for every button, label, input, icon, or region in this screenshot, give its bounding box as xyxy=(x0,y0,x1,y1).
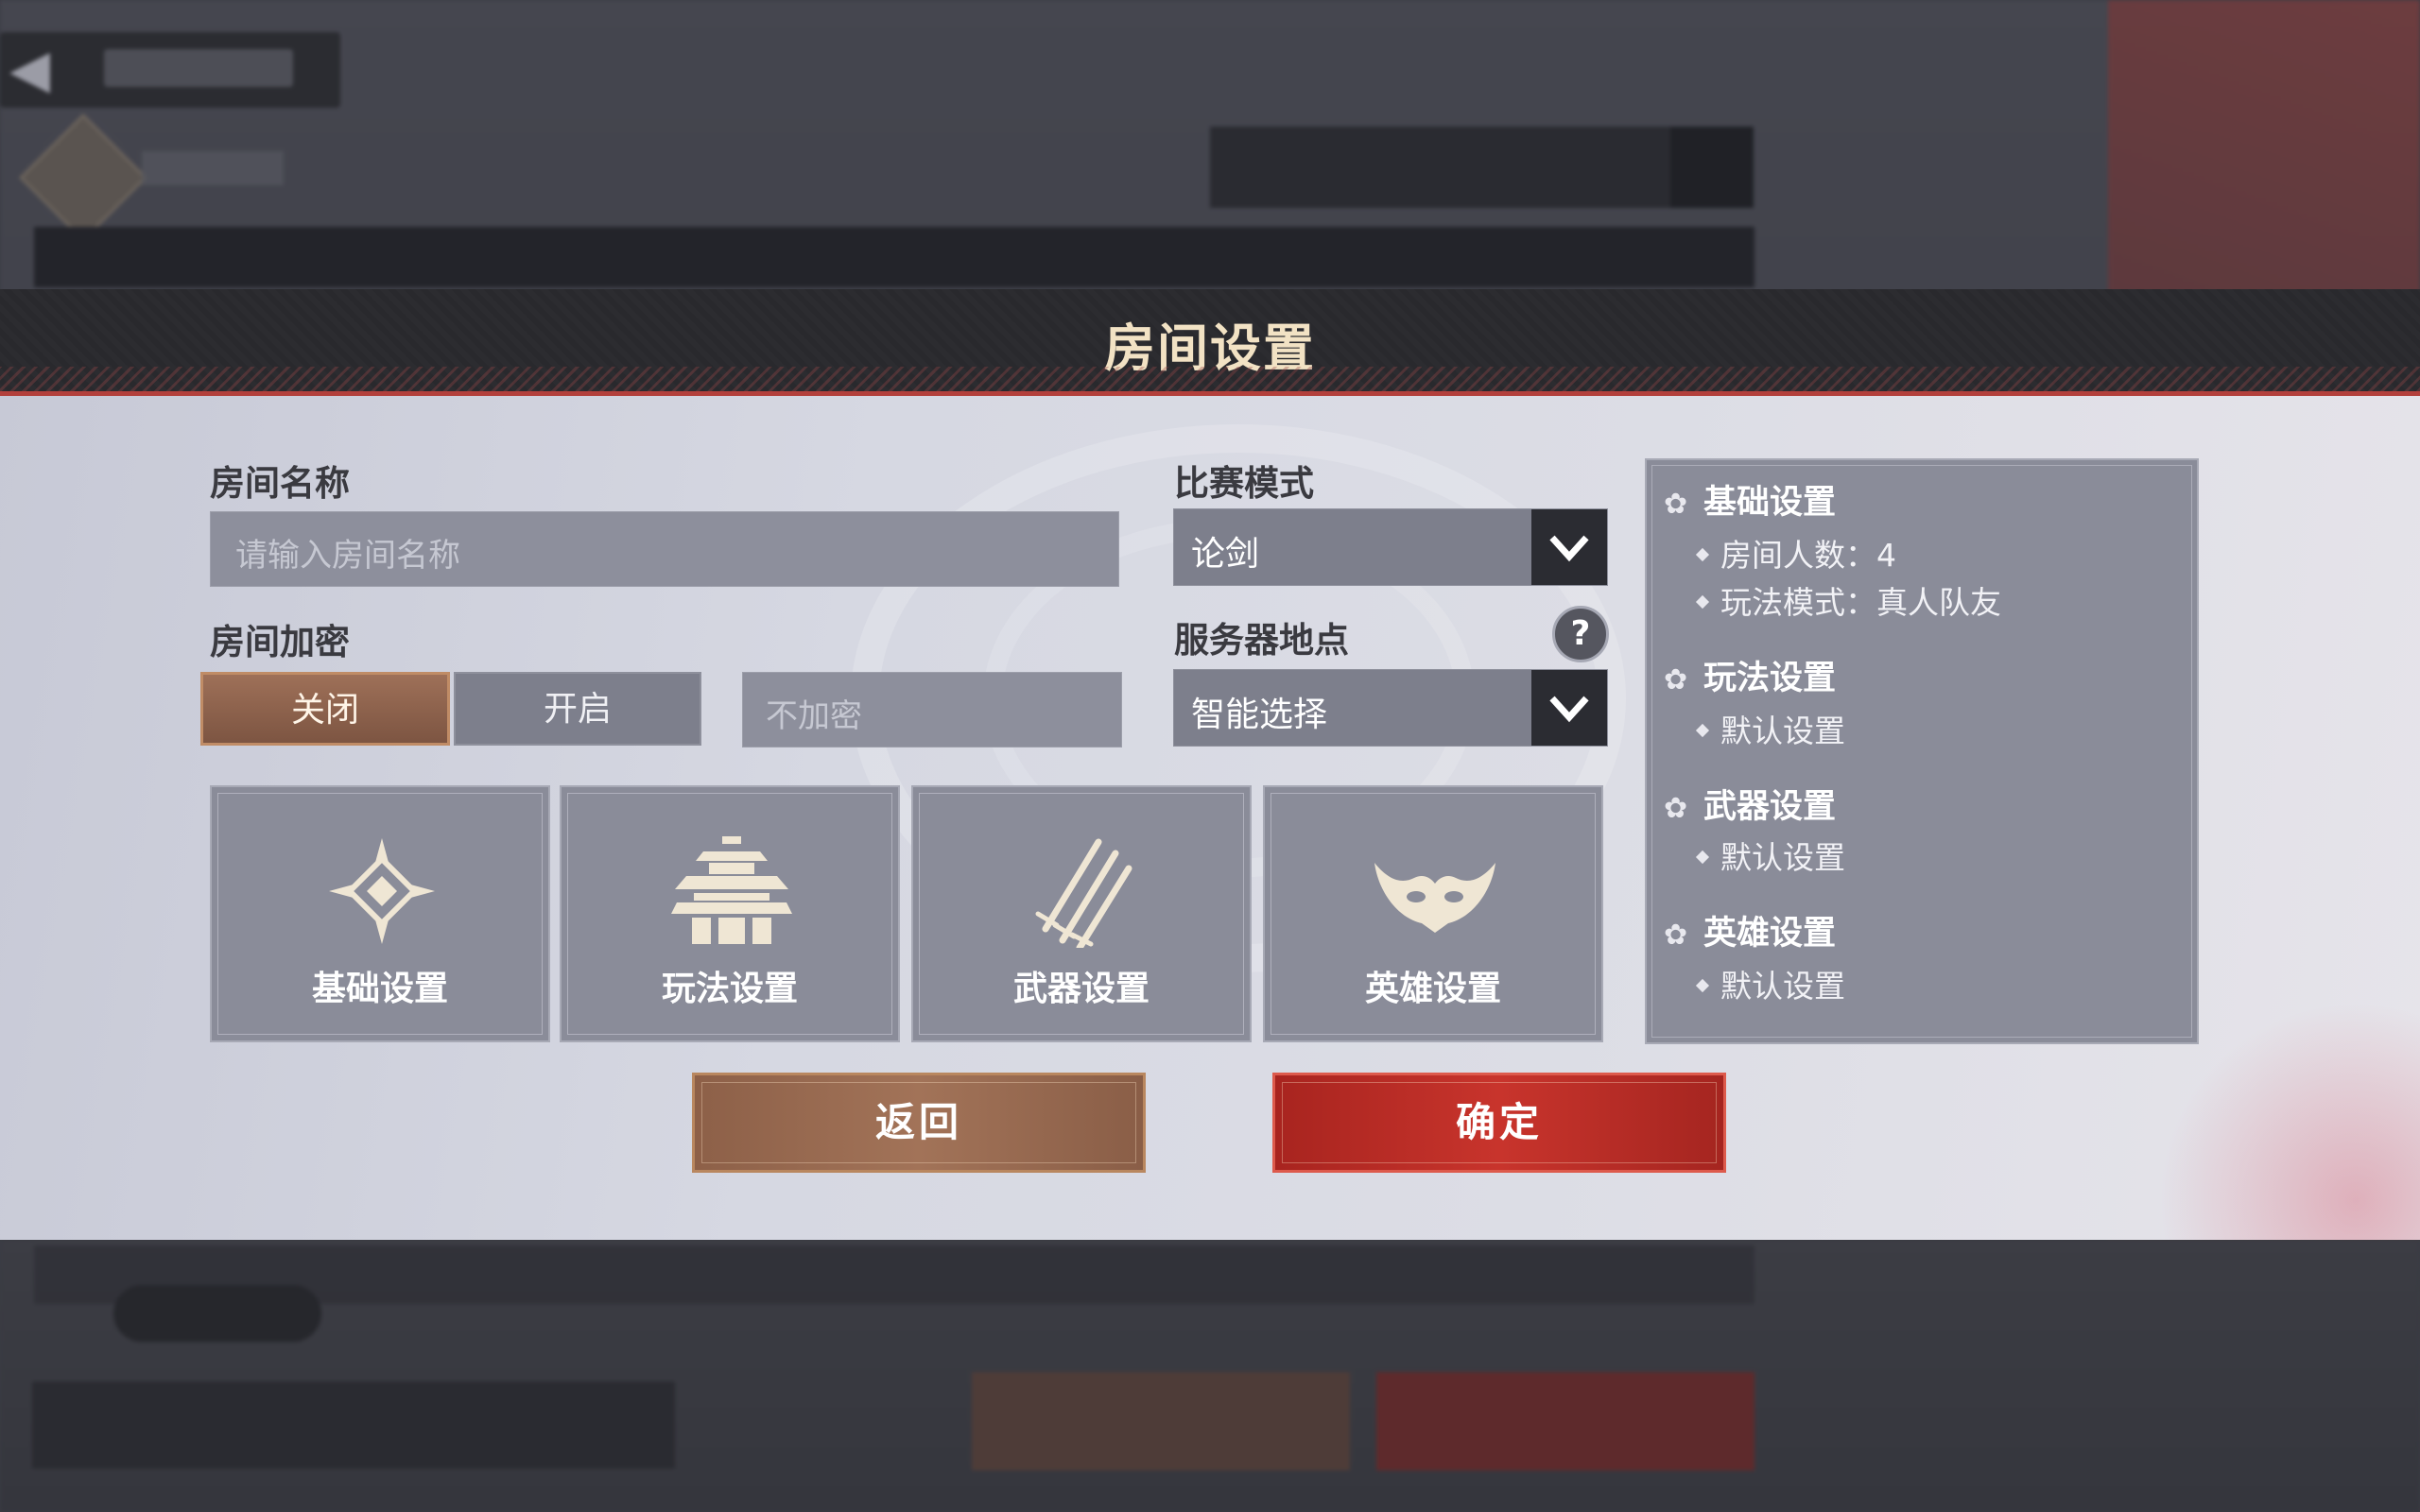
background-thumbnail xyxy=(113,1285,321,1342)
gameplay-settings-label: 玩法设置 xyxy=(661,970,798,1008)
background-button xyxy=(972,1372,1350,1470)
compass-diamond-icon xyxy=(329,838,435,944)
bullet-icon xyxy=(1695,850,1710,864)
swords-icon xyxy=(1035,838,1132,948)
basic-settings-card[interactable]: 基础设置 xyxy=(210,785,550,1042)
settings-summary-panel: ✿ 基础设置 房间人数：4 玩法模式：真人队友 ✿ 玩法设置 默认设置 ✿ 武器设置 … xyxy=(1645,458,2199,1044)
chevron-down-icon[interactable] xyxy=(1531,670,1607,746)
summary-section-gameplay: ✿ 玩法设置 xyxy=(1664,651,1836,699)
summary-item: 房间人数：4 xyxy=(1695,530,1896,576)
server-location-value: 智能选择 xyxy=(1191,696,1328,734)
summary-item-text: 房间人数：4 xyxy=(1720,537,1896,574)
back-button[interactable]: 返回 xyxy=(692,1073,1146,1173)
background-button xyxy=(1376,1372,1754,1470)
server-location-select[interactable]: 智能选择 xyxy=(1173,669,1608,747)
summary-item-text: 默认设置 xyxy=(1720,968,1845,1005)
room-name-placeholder: 请输入房间名称 xyxy=(235,537,460,575)
basic-settings-label: 基础设置 xyxy=(311,970,448,1008)
pagoda-icon xyxy=(671,836,792,944)
summary-section-basic: ✿ 基础设置 xyxy=(1664,475,1836,524)
password-input[interactable]: 不加密 xyxy=(742,672,1122,747)
summary-section-title: 玩法设置 xyxy=(1703,660,1837,697)
background-title xyxy=(104,49,293,87)
flower-icon: ✿ xyxy=(1664,488,1688,521)
back-arrow-icon: ◀ xyxy=(9,39,51,100)
weapon-settings-label: 武器设置 xyxy=(1012,970,1150,1008)
bullet-icon xyxy=(1695,723,1710,737)
match-mode-label: 比赛模式 xyxy=(1174,463,1314,504)
background-emblem-icon xyxy=(19,113,147,242)
horned-mask-icon xyxy=(1374,863,1495,933)
gameplay-settings-card[interactable]: 玩法设置 xyxy=(560,785,900,1042)
confirm-button[interactable]: 确定 xyxy=(1272,1073,1726,1173)
match-mode-select[interactable]: 论剑 xyxy=(1173,508,1608,586)
hero-settings-card[interactable]: 英雄设置 xyxy=(1263,785,1603,1042)
background-table-header xyxy=(34,227,1754,287)
flower-icon: ✿ xyxy=(1664,919,1688,952)
summary-item: 默认设置 xyxy=(1695,833,1845,878)
summary-section-title: 英雄设置 xyxy=(1703,915,1837,953)
summary-item: 默认设置 xyxy=(1695,961,1845,1006)
room-settings-dialog: 房间名称 请输入房间名称 房间加密 关闭 开启 不加密 比赛模式 论剑 服务器地… xyxy=(0,396,2420,1240)
background-search-icon xyxy=(1670,127,1754,208)
summary-item-text: 玩法模式：真人队友 xyxy=(1720,584,2001,621)
match-mode-value: 论剑 xyxy=(1191,535,1260,574)
hero-settings-label: 英雄设置 xyxy=(1364,970,1501,1008)
dialog-header: 房间设置 xyxy=(0,289,2420,396)
bullet-icon xyxy=(1695,594,1710,609)
background-search-box xyxy=(1210,127,1754,208)
summary-item-text: 默认设置 xyxy=(1720,713,1845,749)
encryption-on-toggle[interactable]: 开启 xyxy=(454,672,701,746)
room-name-input[interactable]: 请输入房间名称 xyxy=(210,511,1119,587)
background-label xyxy=(142,151,284,185)
weapon-settings-card[interactable]: 武器设置 xyxy=(911,785,1252,1042)
bullet-icon xyxy=(1695,978,1710,992)
background-input-box xyxy=(32,1382,675,1469)
password-placeholder: 不加密 xyxy=(766,697,862,735)
summary-item-text: 默认设置 xyxy=(1720,839,1845,876)
bullet-icon xyxy=(1695,547,1710,561)
encryption-off-toggle[interactable]: 关闭 xyxy=(200,672,450,746)
summary-item: 玩法模式：真人队友 xyxy=(1695,577,2001,623)
summary-section-title: 武器设置 xyxy=(1703,788,1837,826)
summary-item: 默认设置 xyxy=(1695,706,1845,751)
help-icon[interactable]: ? xyxy=(1552,606,1609,662)
flower-icon: ✿ xyxy=(1664,663,1688,696)
room-encryption-label: 房间加密 xyxy=(210,622,350,662)
summary-section-hero: ✿ 英雄设置 xyxy=(1664,906,1836,954)
room-name-label: 房间名称 xyxy=(210,463,350,504)
summary-section-title: 基础设置 xyxy=(1703,484,1837,522)
chevron-down-icon[interactable] xyxy=(1531,509,1607,585)
flower-icon: ✿ xyxy=(1664,792,1688,825)
server-location-label: 服务器地点 xyxy=(1174,620,1349,661)
background-back-bar: ◀ xyxy=(0,32,340,108)
dialog-title: 房间设置 xyxy=(1104,318,1316,378)
summary-section-weapon: ✿ 武器设置 xyxy=(1664,780,1836,828)
